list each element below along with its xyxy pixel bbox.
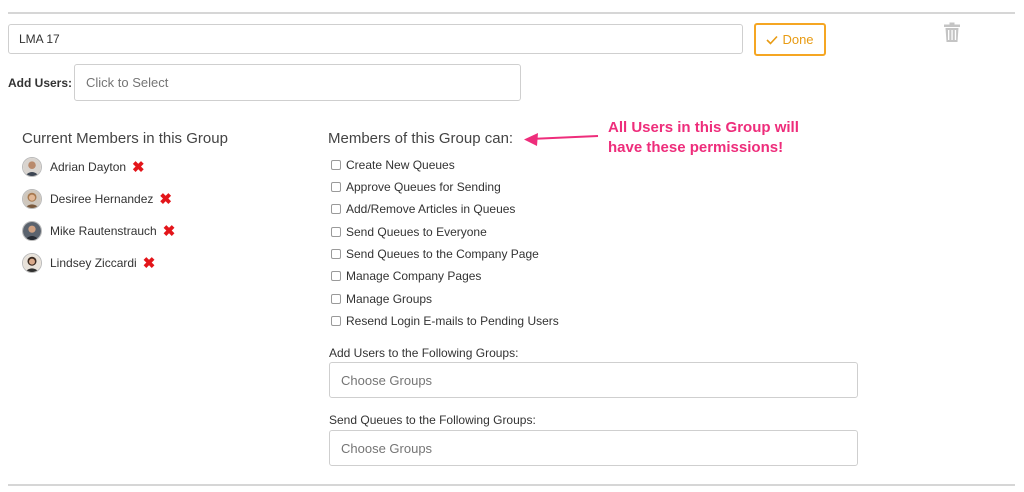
done-button[interactable]: Done bbox=[754, 23, 826, 56]
permission-checkbox[interactable] bbox=[331, 182, 341, 192]
avatar bbox=[22, 157, 42, 177]
member-name: Adrian Dayton bbox=[50, 160, 127, 174]
remove-member-x-icon[interactable]: ✖ bbox=[159, 192, 172, 207]
permission-item: Send Queues to Everyone bbox=[331, 224, 487, 240]
member-name: Mike Rautenstrauch bbox=[50, 224, 157, 238]
member-item: Lindsey Ziccardi ✖ bbox=[22, 252, 155, 274]
avatar bbox=[22, 221, 42, 241]
permission-label: Send Queues to the Company Page bbox=[346, 247, 539, 261]
permission-label: Create New Queues bbox=[346, 158, 455, 172]
permission-checkbox[interactable] bbox=[331, 249, 341, 259]
permission-label: Manage Company Pages bbox=[346, 269, 482, 283]
permission-checkbox[interactable] bbox=[331, 204, 341, 214]
members-heading: Current Members in this Group bbox=[22, 130, 228, 147]
member-item: Adrian Dayton ✖ bbox=[22, 156, 145, 178]
permission-item: Manage Groups bbox=[331, 291, 432, 307]
permission-item: Resend Login E-mails to Pending Users bbox=[331, 313, 559, 329]
group-name-input[interactable] bbox=[8, 24, 743, 54]
annotation-line-2: have these permissions! bbox=[608, 139, 784, 156]
remove-member-x-icon[interactable]: ✖ bbox=[143, 256, 156, 271]
arrow-left-icon bbox=[524, 133, 599, 146]
permissions-annotation: All Users in this Group will have these … bbox=[608, 118, 848, 158]
permission-checkbox[interactable] bbox=[331, 294, 341, 304]
bottom-divider bbox=[8, 484, 1015, 486]
member-name: Lindsey Ziccardi bbox=[50, 256, 137, 270]
permission-item: Manage Company Pages bbox=[331, 268, 481, 284]
remove-member-x-icon[interactable]: ✖ bbox=[132, 160, 145, 175]
permission-checkbox[interactable] bbox=[331, 271, 341, 281]
permission-item: Send Queues to the Company Page bbox=[331, 246, 539, 262]
remove-member-x-icon[interactable]: ✖ bbox=[163, 224, 176, 239]
permission-label: Approve Queues for Sending bbox=[346, 180, 501, 194]
add-to-groups-label: Add Users to the Following Groups: bbox=[329, 346, 519, 360]
add-users-select[interactable] bbox=[74, 64, 521, 101]
add-users-label: Add Users: bbox=[8, 76, 73, 90]
send-queues-groups-select[interactable] bbox=[329, 430, 858, 466]
permission-label: Send Queues to Everyone bbox=[346, 225, 487, 239]
avatar bbox=[22, 189, 42, 209]
permission-checkbox[interactable] bbox=[331, 160, 341, 170]
permission-label: Add/Remove Articles in Queues bbox=[346, 202, 516, 216]
done-label: Done bbox=[782, 32, 814, 47]
permissions-heading: Members of this Group can: bbox=[328, 130, 514, 147]
permission-item: Create New Queues bbox=[331, 157, 455, 173]
top-divider bbox=[8, 12, 1015, 14]
send-queues-groups-label: Send Queues to the Following Groups: bbox=[329, 413, 536, 427]
trash-icon[interactable] bbox=[944, 22, 960, 42]
permission-item: Add/Remove Articles in Queues bbox=[331, 201, 515, 217]
permission-label: Manage Groups bbox=[346, 292, 433, 306]
add-to-groups-select[interactable] bbox=[329, 362, 858, 398]
member-item: Desiree Hernandez ✖ bbox=[22, 188, 172, 210]
member-name: Desiree Hernandez bbox=[50, 192, 154, 206]
check-icon bbox=[766, 35, 779, 45]
annotation-line-1: All Users in this Group will bbox=[608, 119, 799, 136]
member-item: Mike Rautenstrauch ✖ bbox=[22, 220, 175, 242]
permission-label: Resend Login E-mails to Pending Users bbox=[346, 314, 559, 328]
avatar bbox=[22, 253, 42, 273]
permission-item: Approve Queues for Sending bbox=[331, 179, 501, 195]
permission-checkbox[interactable] bbox=[331, 316, 341, 326]
permission-checkbox[interactable] bbox=[331, 227, 341, 237]
